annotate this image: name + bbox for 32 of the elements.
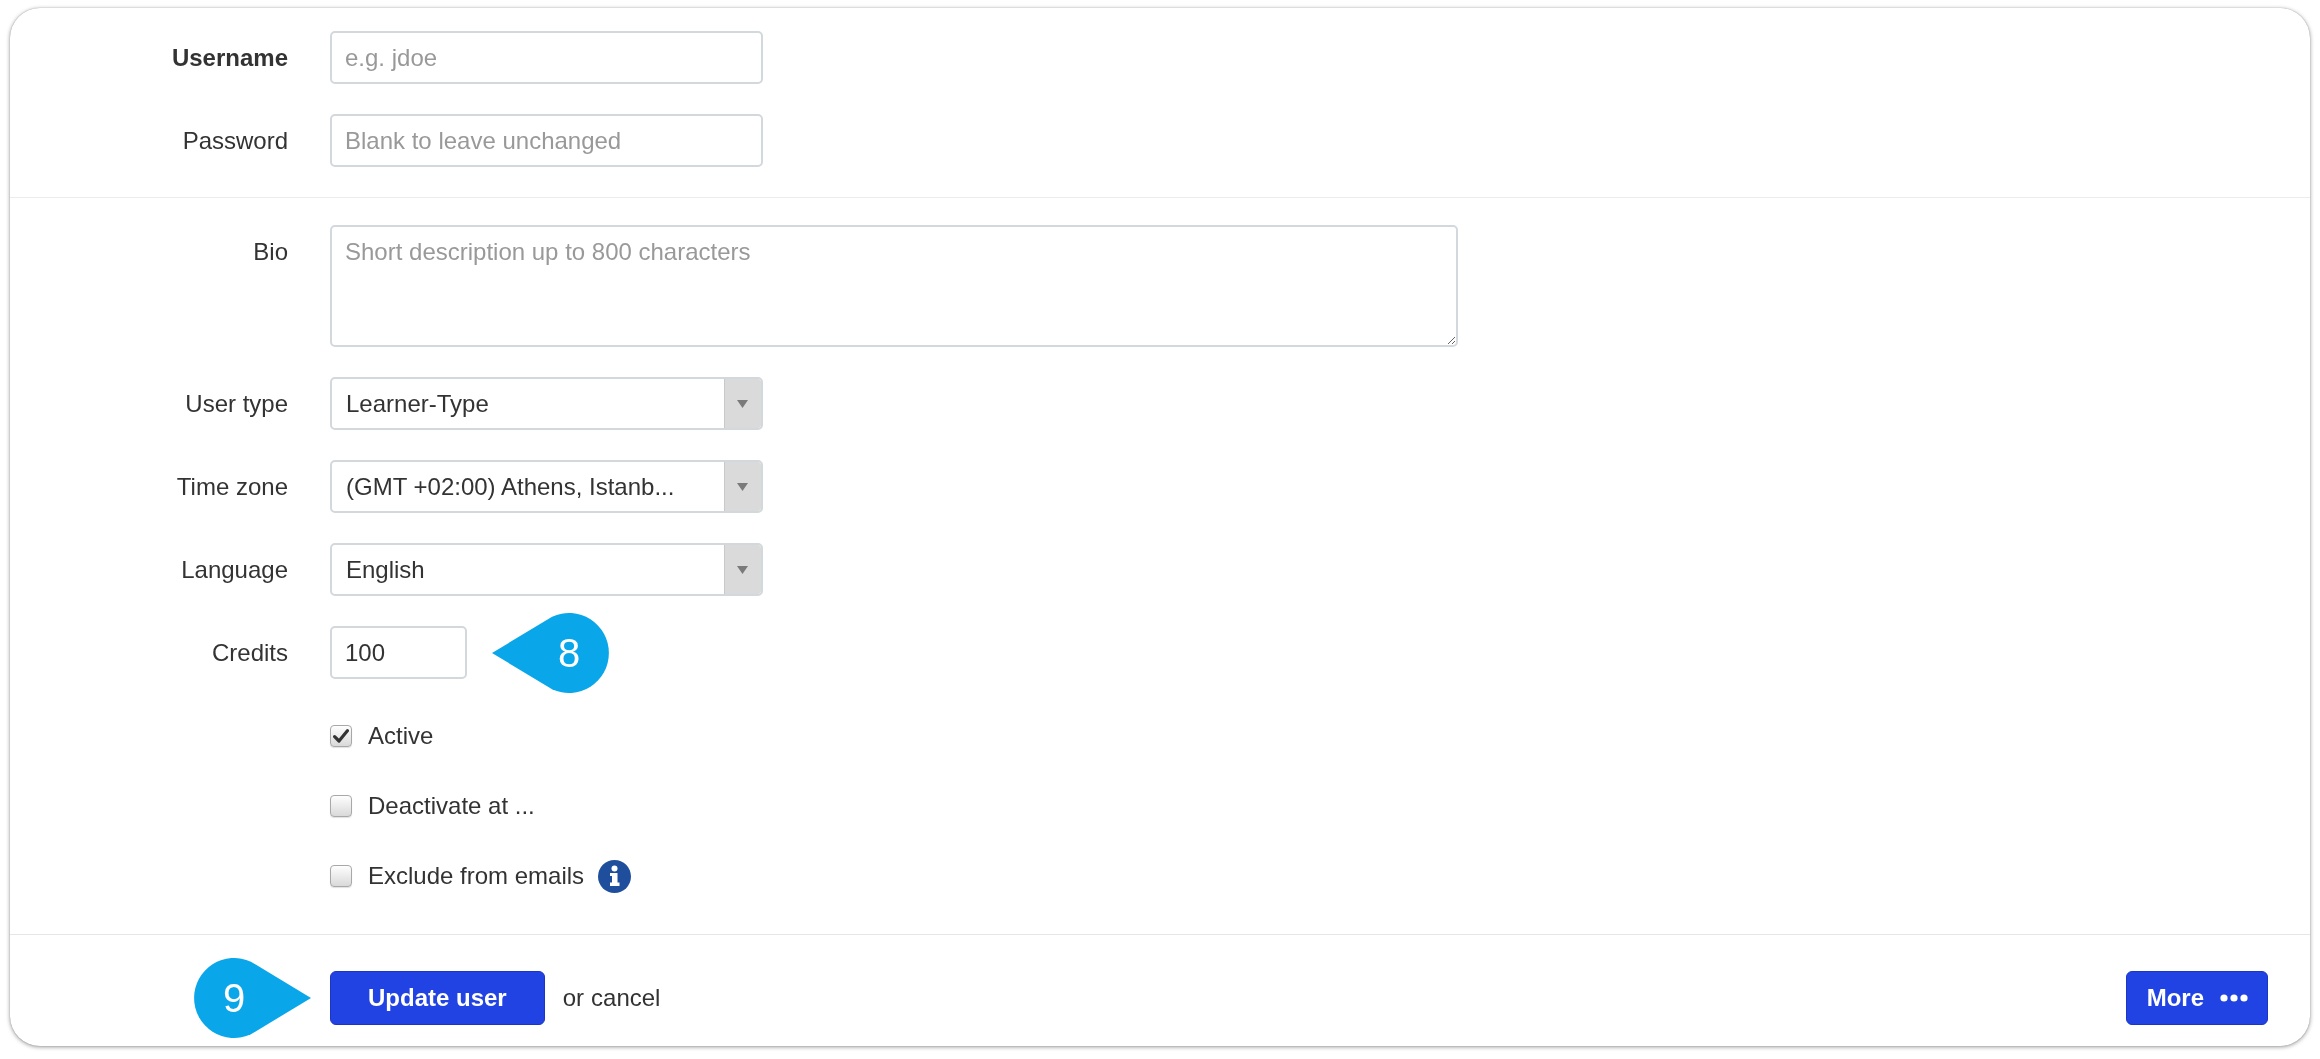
checkbox[interactable] xyxy=(330,725,352,747)
number-callout: 8 xyxy=(492,612,609,693)
checkbox[interactable] xyxy=(330,865,352,887)
caret-icon[interactable] xyxy=(724,379,761,428)
cancel-link[interactable]: cancel xyxy=(591,984,661,1012)
text-field[interactable]: Blank to leave unchanged xyxy=(330,114,763,167)
field-label: Language xyxy=(181,555,288,584)
field-label: Password xyxy=(182,126,288,155)
or-text: or xyxy=(562,984,585,1012)
number-field[interactable]: 100 xyxy=(330,626,467,679)
checkbox-label: Deactivate at ... xyxy=(368,792,535,820)
dropdown-select[interactable]: Learner-Type xyxy=(330,377,763,430)
dropdown-select[interactable]: (GMT +02:00) Athens, Istanb... xyxy=(330,460,763,513)
number-callout: 9 xyxy=(194,958,311,1038)
field-label: Bio xyxy=(253,237,288,266)
caret-icon[interactable] xyxy=(724,462,761,511)
checkbox-label: Exclude from emails xyxy=(368,862,585,890)
field-label: Username xyxy=(171,43,288,72)
dropdown-select[interactable]: English xyxy=(330,543,763,596)
textarea-field[interactable]: Short description up to 800 characters xyxy=(330,225,1458,347)
checkmark-icon xyxy=(333,729,349,743)
checkbox[interactable] xyxy=(330,795,352,817)
field-label: Time zone xyxy=(176,472,288,501)
info-icon[interactable] xyxy=(598,859,632,893)
field-label: User type xyxy=(185,389,288,418)
text-field[interactable]: e.g. jdoe xyxy=(330,31,763,84)
field-label: Credits xyxy=(211,638,288,667)
ellipsis-icon xyxy=(2220,994,2248,1002)
caret-icon[interactable] xyxy=(724,545,761,594)
checkbox-label: Active xyxy=(368,722,434,750)
more-button[interactable]: More xyxy=(2125,971,2268,1025)
submit-button[interactable]: Update user xyxy=(330,971,545,1025)
